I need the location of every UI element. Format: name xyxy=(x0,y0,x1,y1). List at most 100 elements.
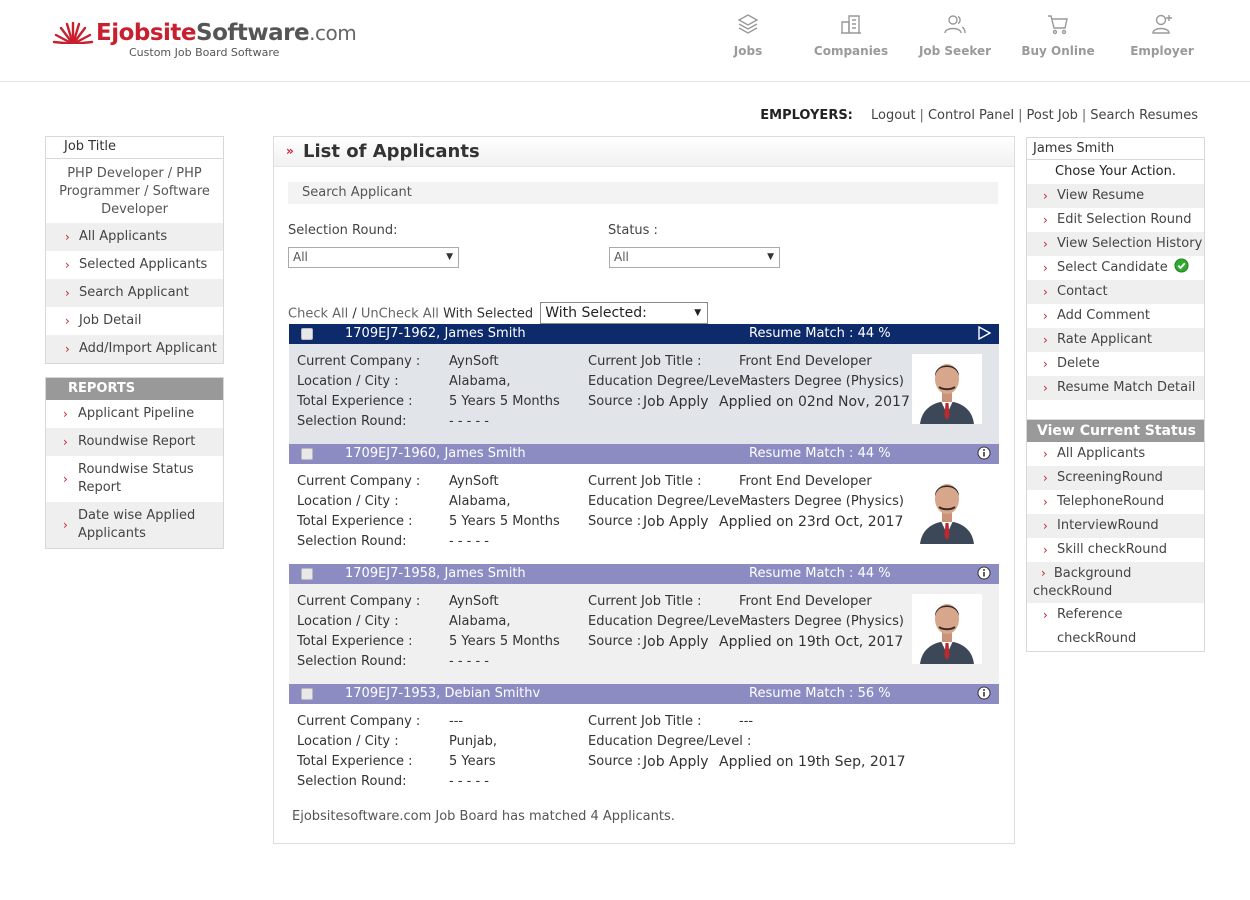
status-all-applicants[interactable]: › All Applicants xyxy=(1027,442,1204,466)
sidebar-item-job-detail[interactable]: › Job Detail xyxy=(46,307,223,335)
view-current-status-header: View Current Status xyxy=(1027,420,1204,442)
status-screening-round[interactable]: › ScreeningRound xyxy=(1027,466,1204,490)
action-rate-applicant[interactable]: › Rate Applicant xyxy=(1027,328,1204,352)
current-company-value: AynSoft xyxy=(449,354,499,369)
sunburst-logo-icon xyxy=(52,22,94,44)
match-count-note: Ejobsitesoftware.com Job Board has match… xyxy=(292,809,675,824)
applicant-checkbox[interactable] xyxy=(301,328,313,340)
employer-bar: EMPLOYERS: Logout | Control Panel | Post Job… xyxy=(760,108,1198,123)
check-all-link[interactable]: Check All xyxy=(288,307,348,322)
action-view-resume[interactable]: › View Resume xyxy=(1027,184,1204,208)
selection-round-select[interactable]: All ▼ xyxy=(288,247,459,268)
selection-round-label: Selection Round: xyxy=(297,654,407,669)
chevron-right-icon: › xyxy=(65,230,70,244)
chevron-right-icon: › xyxy=(1043,543,1048,557)
sidebar-item-all-applicants[interactable]: › All Applicants xyxy=(46,223,223,251)
action-delete[interactable]: › Delete xyxy=(1027,352,1204,376)
applicant-photo[interactable] xyxy=(912,594,982,664)
action-contact[interactable]: › Contact xyxy=(1027,280,1204,304)
applicant-header-bar[interactable]: 1709EJ7-1962, James Smith Resume Match : … xyxy=(289,324,999,344)
current-company-value: --- xyxy=(449,714,464,729)
report-roundwise[interactable]: › Roundwise Report xyxy=(46,428,223,456)
applicant-id-name[interactable]: 1709EJ7-1962, James Smith xyxy=(345,324,526,344)
applicant-photo[interactable] xyxy=(912,354,982,424)
logout-link[interactable]: Logout xyxy=(871,108,916,123)
location-label: Location / City : xyxy=(297,494,399,509)
with-selected-select[interactable]: With Selected: ▼ xyxy=(540,302,709,324)
nav-job-seeker[interactable]: Job Seeker xyxy=(903,12,1007,58)
info-icon[interactable] xyxy=(977,566,991,580)
dropdown-arrow-icon: ▼ xyxy=(767,252,774,262)
report-applicant-pipeline[interactable]: › Applicant Pipeline xyxy=(46,400,223,428)
search-applicant-bar[interactable]: Search Applicant xyxy=(288,182,998,204)
chevron-right-icon: › xyxy=(1043,447,1048,461)
action-resume-match-detail[interactable]: › Resume Match Detail xyxy=(1027,376,1204,400)
applied-date: Applied on 19th Sep, 2017 xyxy=(719,754,906,770)
action-add-comment[interactable]: › Add Comment xyxy=(1027,304,1204,328)
dropdown-arrow-icon: ▼ xyxy=(446,252,453,262)
experience-label: Total Experience : xyxy=(297,754,413,769)
nav-companies[interactable]: Companies xyxy=(799,12,903,58)
applicant-row: 1709EJ7-1953, Debian Smithv Resume Match … xyxy=(289,684,999,804)
nav-buy-online[interactable]: Buy Online xyxy=(1006,12,1110,58)
brand-tagline: Custom Job Board Software xyxy=(129,46,280,59)
current-job-title-value: Front End Developer xyxy=(739,474,872,489)
sidebar-item-selected-applicants[interactable]: › Selected Applicants xyxy=(46,251,223,279)
nav-jobs[interactable]: Jobs xyxy=(696,12,800,58)
status-skill-check-round[interactable]: › Skill checkRound xyxy=(1027,538,1204,562)
education-label: Education Degree/Level : xyxy=(588,614,752,629)
selection-round-value: - - - - - xyxy=(449,774,489,789)
applicant-header-bar[interactable]: 1709EJ7-1960, James Smith Resume Match : … xyxy=(289,444,999,464)
current-job-title-label: Current Job Title : xyxy=(588,354,702,369)
action-view-selection-history[interactable]: › View Selection History xyxy=(1027,232,1204,256)
sidebar-item-add-import-applicant[interactable]: › Add/Import Applicant xyxy=(46,335,223,363)
applicant-photo[interactable] xyxy=(912,474,982,544)
report-roundwise-status[interactable]: › Roundwise Status Report xyxy=(46,456,223,502)
status-select[interactable]: All ▼ xyxy=(609,247,780,268)
applicant-header-bar[interactable]: 1709EJ7-1953, Debian Smithv Resume Match … xyxy=(289,684,999,704)
action-select-candidate[interactable]: › Select Candidate xyxy=(1027,256,1204,280)
source-label: Source : xyxy=(588,754,642,769)
applicant-checkbox[interactable] xyxy=(301,568,313,580)
reports-sidebar: REPORTS › Applicant Pipeline › Roundwise R… xyxy=(45,377,224,549)
resume-match: Resume Match : 44 % xyxy=(749,566,891,581)
source-value: Job Apply xyxy=(643,394,709,410)
status-telephone-round[interactable]: › TelephoneRound xyxy=(1027,490,1204,514)
action-edit-selection-round[interactable]: › Edit Selection Round xyxy=(1027,208,1204,232)
info-icon[interactable] xyxy=(977,686,991,700)
current-company-label: Current Company : xyxy=(297,474,421,489)
applicant-checkbox[interactable] xyxy=(301,448,313,460)
location-value: Alabama, xyxy=(449,374,511,389)
panel-title-bar: » List of Applicants xyxy=(274,137,1014,167)
applicant-row: 1709EJ7-1958, James Smith Resume Match : … xyxy=(289,564,999,684)
status-background-check-round[interactable]: › Background checkRound xyxy=(1027,562,1204,603)
double-chevron-icon: » xyxy=(286,144,294,158)
current-company-label: Current Company : xyxy=(297,354,421,369)
applicant-header-bar[interactable]: 1709EJ7-1958, James Smith Resume Match : … xyxy=(289,564,999,584)
users-icon xyxy=(944,15,966,34)
current-job-title-label: Current Job Title : xyxy=(588,714,702,729)
status-reference-check-round[interactable]: › Reference checkRound xyxy=(1027,603,1204,651)
source-value: Job Apply xyxy=(643,634,709,650)
applicant-id-name[interactable]: 1709EJ7-1960, James Smith xyxy=(345,444,526,464)
report-date-wise-applied[interactable]: › Date wise Applied Applicants xyxy=(46,502,223,548)
status-interview-round[interactable]: › InterviewRound xyxy=(1027,514,1204,538)
chevron-right-icon: › xyxy=(1043,213,1048,227)
current-job-title-value: --- xyxy=(739,714,754,729)
applicant-details: Current Company : --- Location / City : Pun… xyxy=(289,704,999,804)
applicant-row: 1709EJ7-1960, James Smith Resume Match : … xyxy=(289,444,999,564)
info-icon[interactable] xyxy=(977,446,991,460)
applicant-checkbox[interactable] xyxy=(301,688,313,700)
applicant-id-name[interactable]: 1709EJ7-1958, James Smith xyxy=(345,564,526,584)
nav-employer[interactable]: Employer xyxy=(1110,12,1214,58)
play-icon[interactable] xyxy=(977,326,991,340)
employers-label: EMPLOYERS: xyxy=(760,108,853,123)
uncheck-all-link[interactable]: UnCheck All xyxy=(361,307,439,322)
control-panel-link[interactable]: Control Panel xyxy=(928,108,1014,123)
sidebar-item-search-applicant[interactable]: › Search Applicant xyxy=(46,279,223,307)
applicant-id-name[interactable]: 1709EJ7-1953, Debian Smithv xyxy=(345,684,540,704)
education-label: Education Degree/Level : xyxy=(588,734,752,749)
search-resumes-link[interactable]: Search Resumes xyxy=(1090,108,1198,123)
post-job-link[interactable]: Post Job xyxy=(1027,108,1078,123)
chevron-right-icon: › xyxy=(63,472,68,486)
